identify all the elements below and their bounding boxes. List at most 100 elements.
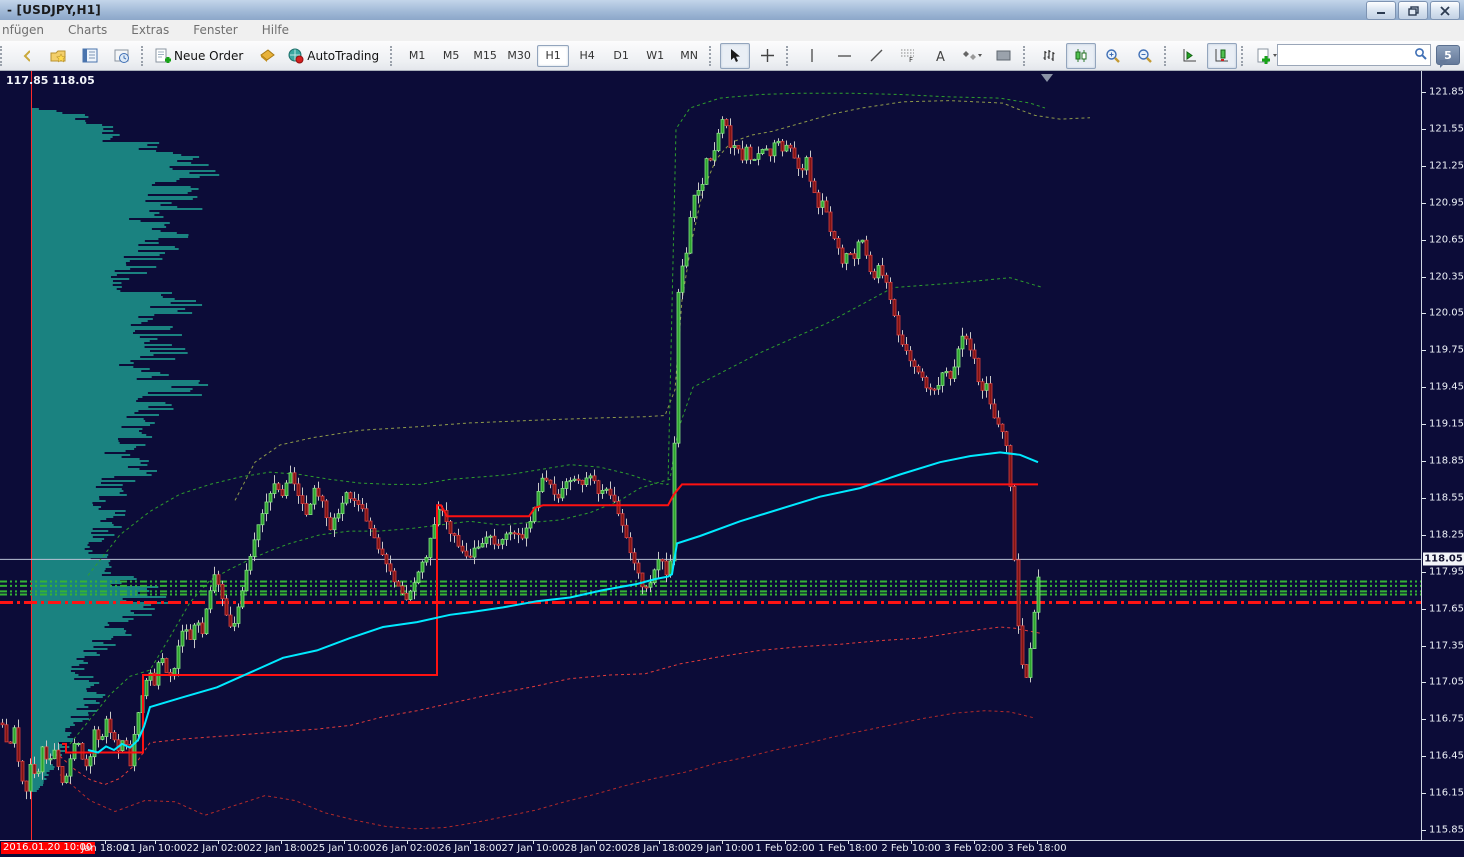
candlestick-chart-button[interactable] xyxy=(1066,42,1097,69)
vertical-line-icon xyxy=(807,48,817,63)
price-tick-label: 121.55 xyxy=(1429,123,1464,135)
zoom-in-icon xyxy=(1105,48,1121,64)
price-tick xyxy=(1422,92,1426,93)
toolbar-separator xyxy=(1241,45,1248,66)
price-tick xyxy=(1422,424,1426,426)
trendline-button[interactable] xyxy=(861,43,891,69)
menu-item-fenster[interactable]: Fenster xyxy=(181,20,250,41)
window-titlebar: - [USDJPY,H1] xyxy=(0,0,1464,21)
price-tick xyxy=(1422,313,1426,315)
timeframe-button-m30[interactable]: M30 xyxy=(503,45,535,67)
price-tick xyxy=(1422,645,1426,647)
window-close-button[interactable] xyxy=(1430,1,1460,20)
profiles-folder-star-icon xyxy=(50,48,67,64)
bar-chart-icon xyxy=(1042,48,1057,63)
timeframe-button-m15[interactable]: M15 xyxy=(469,45,501,67)
autotrading-button[interactable]: AutoTrading xyxy=(284,43,386,69)
time-tick-label: 25 Jan 10:00 xyxy=(312,843,376,854)
crosshair-icon xyxy=(760,48,775,63)
metaeditor-button[interactable] xyxy=(252,43,282,69)
timeframe-button-d1[interactable]: D1 xyxy=(605,45,637,67)
menu-item-nfgen[interactable]: nfügen xyxy=(0,20,56,41)
clipped-button[interactable] xyxy=(11,43,41,69)
price-tick xyxy=(1422,461,1426,462)
zoom-out-button[interactable] xyxy=(1130,43,1160,69)
price-tick-label: 117.65 xyxy=(1429,603,1464,615)
time-tick-label: 1 Feb 18:00 xyxy=(818,843,878,854)
arrows-dropdown-button[interactable] xyxy=(957,43,987,69)
strategy-tester-button[interactable] xyxy=(107,43,137,69)
price-tick-label: 119.45 xyxy=(1429,381,1464,393)
timeframe-button-h1[interactable]: H1 xyxy=(537,44,570,67)
timeframe-button-m5[interactable]: M5 xyxy=(435,45,467,67)
menu-item-extras[interactable]: Extras xyxy=(119,20,181,41)
price-tick xyxy=(1422,239,1426,241)
window-minimize-button[interactable] xyxy=(1366,1,1396,20)
terminal-list-icon xyxy=(82,48,98,63)
timeframe-button-w1[interactable]: W1 xyxy=(639,45,671,67)
crosshair-button[interactable] xyxy=(752,43,782,69)
price-tick xyxy=(1422,350,1426,352)
new-order-button[interactable]: Neue Order xyxy=(152,43,250,69)
time-tick-label: 28 Jan 02:00 xyxy=(564,843,628,854)
price-axis[interactable]: 121.85 121.55 121.25 120.95 120.65 120.35 120.… xyxy=(1421,71,1464,840)
time-tick-label: 21 Jan 10:00 xyxy=(123,843,187,854)
toolbar-separator xyxy=(786,45,793,66)
time-tick-label: 3 Feb 02:00 xyxy=(944,843,1004,854)
price-tick xyxy=(1422,497,1426,499)
price-tick-label: 118.55 xyxy=(1429,492,1464,504)
fibonacci-button[interactable]: F xyxy=(893,43,923,69)
auto-scroll-button[interactable] xyxy=(1175,43,1205,69)
price-tick xyxy=(1422,719,1426,721)
horizontal-line-button[interactable] xyxy=(829,43,859,69)
price-tick-label: 117.05 xyxy=(1429,676,1464,688)
price-tick-label: 117.35 xyxy=(1429,640,1464,651)
time-tick-label: 29 Jan 10:00 xyxy=(690,843,754,854)
menu-item-hilfe[interactable]: Hilfe xyxy=(250,20,301,41)
toolbar-separator xyxy=(1023,45,1030,66)
price-tick-label: 120.05 xyxy=(1429,307,1464,319)
chart-background xyxy=(0,71,1421,840)
rectangle-button[interactable] xyxy=(989,43,1019,69)
profiles-folder-star-button[interactable] xyxy=(43,43,73,69)
minimize-icon xyxy=(1377,12,1385,14)
chart-shift-button[interactable] xyxy=(1207,42,1238,69)
cursor-arrow-icon xyxy=(729,48,741,63)
price-tick xyxy=(1422,165,1426,167)
terminal-list-button[interactable] xyxy=(75,43,105,69)
new-order-icon xyxy=(155,48,171,64)
timeframe-button-h4[interactable]: H4 xyxy=(571,45,603,67)
timeframe-button-m1[interactable]: M1 xyxy=(401,45,433,67)
quote-info-text: 117.85 118.05 xyxy=(6,74,95,87)
price-tick xyxy=(1422,534,1426,536)
cursor-arrow-button[interactable] xyxy=(720,42,751,69)
search-input[interactable] xyxy=(1280,46,1412,64)
timeframe-button-mn[interactable]: MN xyxy=(673,45,705,67)
menu-item-charts[interactable]: Charts xyxy=(56,20,119,41)
strategy-tester-icon xyxy=(114,48,130,64)
window-restore-button[interactable] xyxy=(1398,1,1428,20)
toolbar-separator xyxy=(141,45,148,66)
search-icon[interactable] xyxy=(1414,47,1428,61)
toolbar-separator xyxy=(390,45,397,66)
rectangle-icon xyxy=(996,50,1012,62)
chart-window: 117.85 118.05 121.85 121.55 121.25 120.95 12… xyxy=(0,71,1464,857)
price-tick-label: 116.45 xyxy=(1429,750,1464,762)
price-tick xyxy=(1422,276,1426,278)
price-tick xyxy=(1422,756,1426,758)
text-label-button[interactable]: A xyxy=(925,43,955,69)
window-title: - [USDJPY,H1] xyxy=(7,3,101,17)
price-tick xyxy=(1422,793,1426,795)
zoom-out-icon xyxy=(1137,48,1153,64)
current-price-badge: 118.05 xyxy=(1423,552,1464,566)
price-tick xyxy=(1422,608,1426,610)
price-chart[interactable]: 117.85 118.05 xyxy=(0,71,1421,840)
time-axis[interactable]: 2016.01.20 10:00 Jan 18:00 21 Jan 10:00 22 … xyxy=(0,840,1464,857)
zoom-in-button[interactable] xyxy=(1098,43,1128,69)
price-tick xyxy=(1422,682,1426,684)
vertical-line-button[interactable] xyxy=(797,43,827,69)
notifications-badge[interactable]: 5 xyxy=(1436,45,1460,68)
clipped-icon xyxy=(23,48,30,64)
close-icon xyxy=(1440,5,1450,16)
bar-chart-button[interactable] xyxy=(1034,43,1064,69)
